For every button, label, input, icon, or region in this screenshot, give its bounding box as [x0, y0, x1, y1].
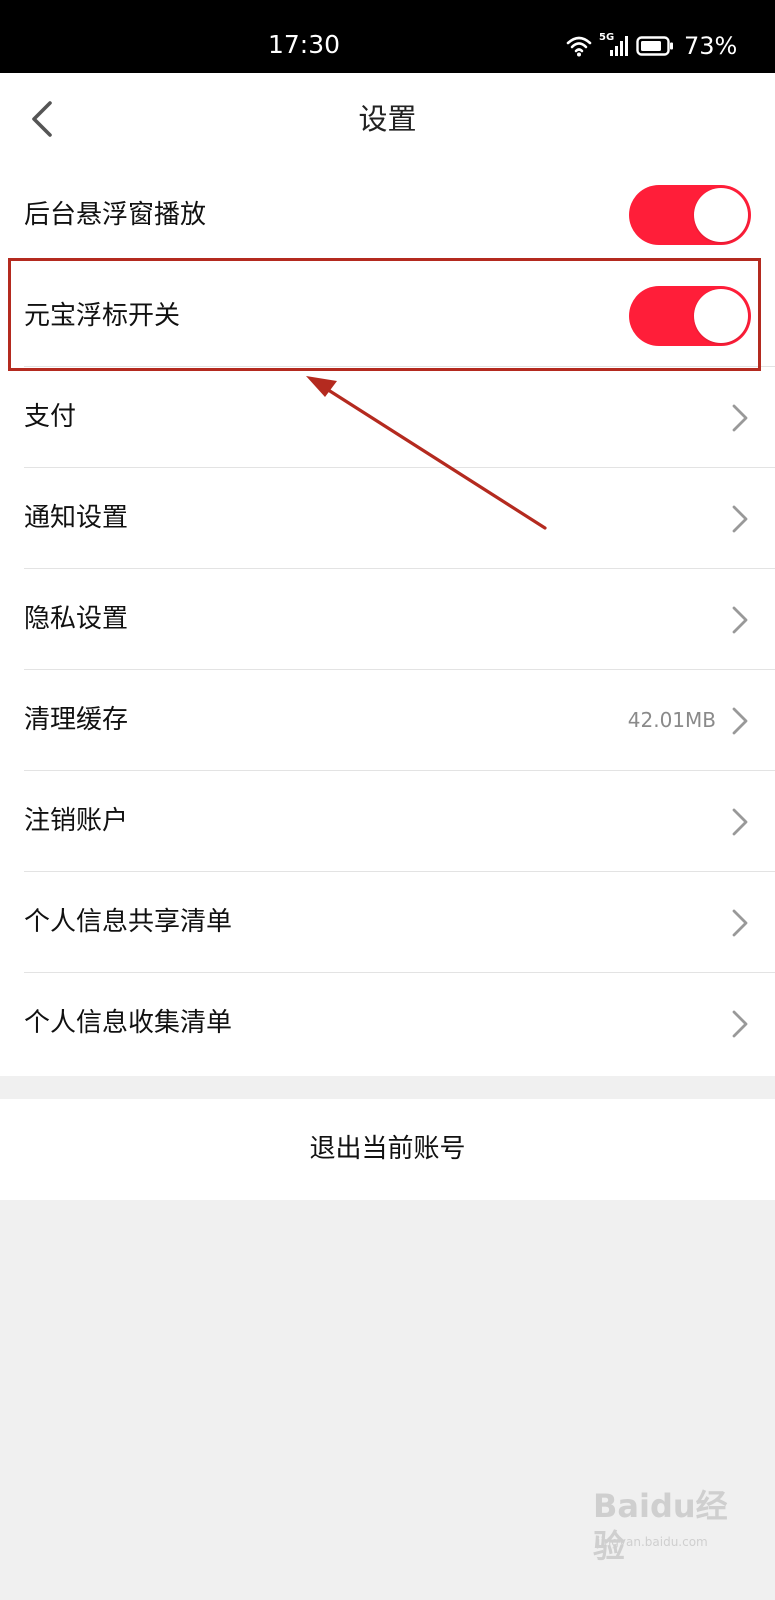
logout-button[interactable]: 退出当前账号 — [0, 1099, 775, 1200]
watermark-brand: Baidu经验 — [593, 1487, 728, 1565]
baidu-jingyan-watermark: Baidu经验 jingyan.baidu.com — [593, 1486, 743, 1566]
annotation-arrow-icon — [306, 376, 547, 530]
watermark-site: jingyan.baidu.com — [597, 1535, 708, 1549]
